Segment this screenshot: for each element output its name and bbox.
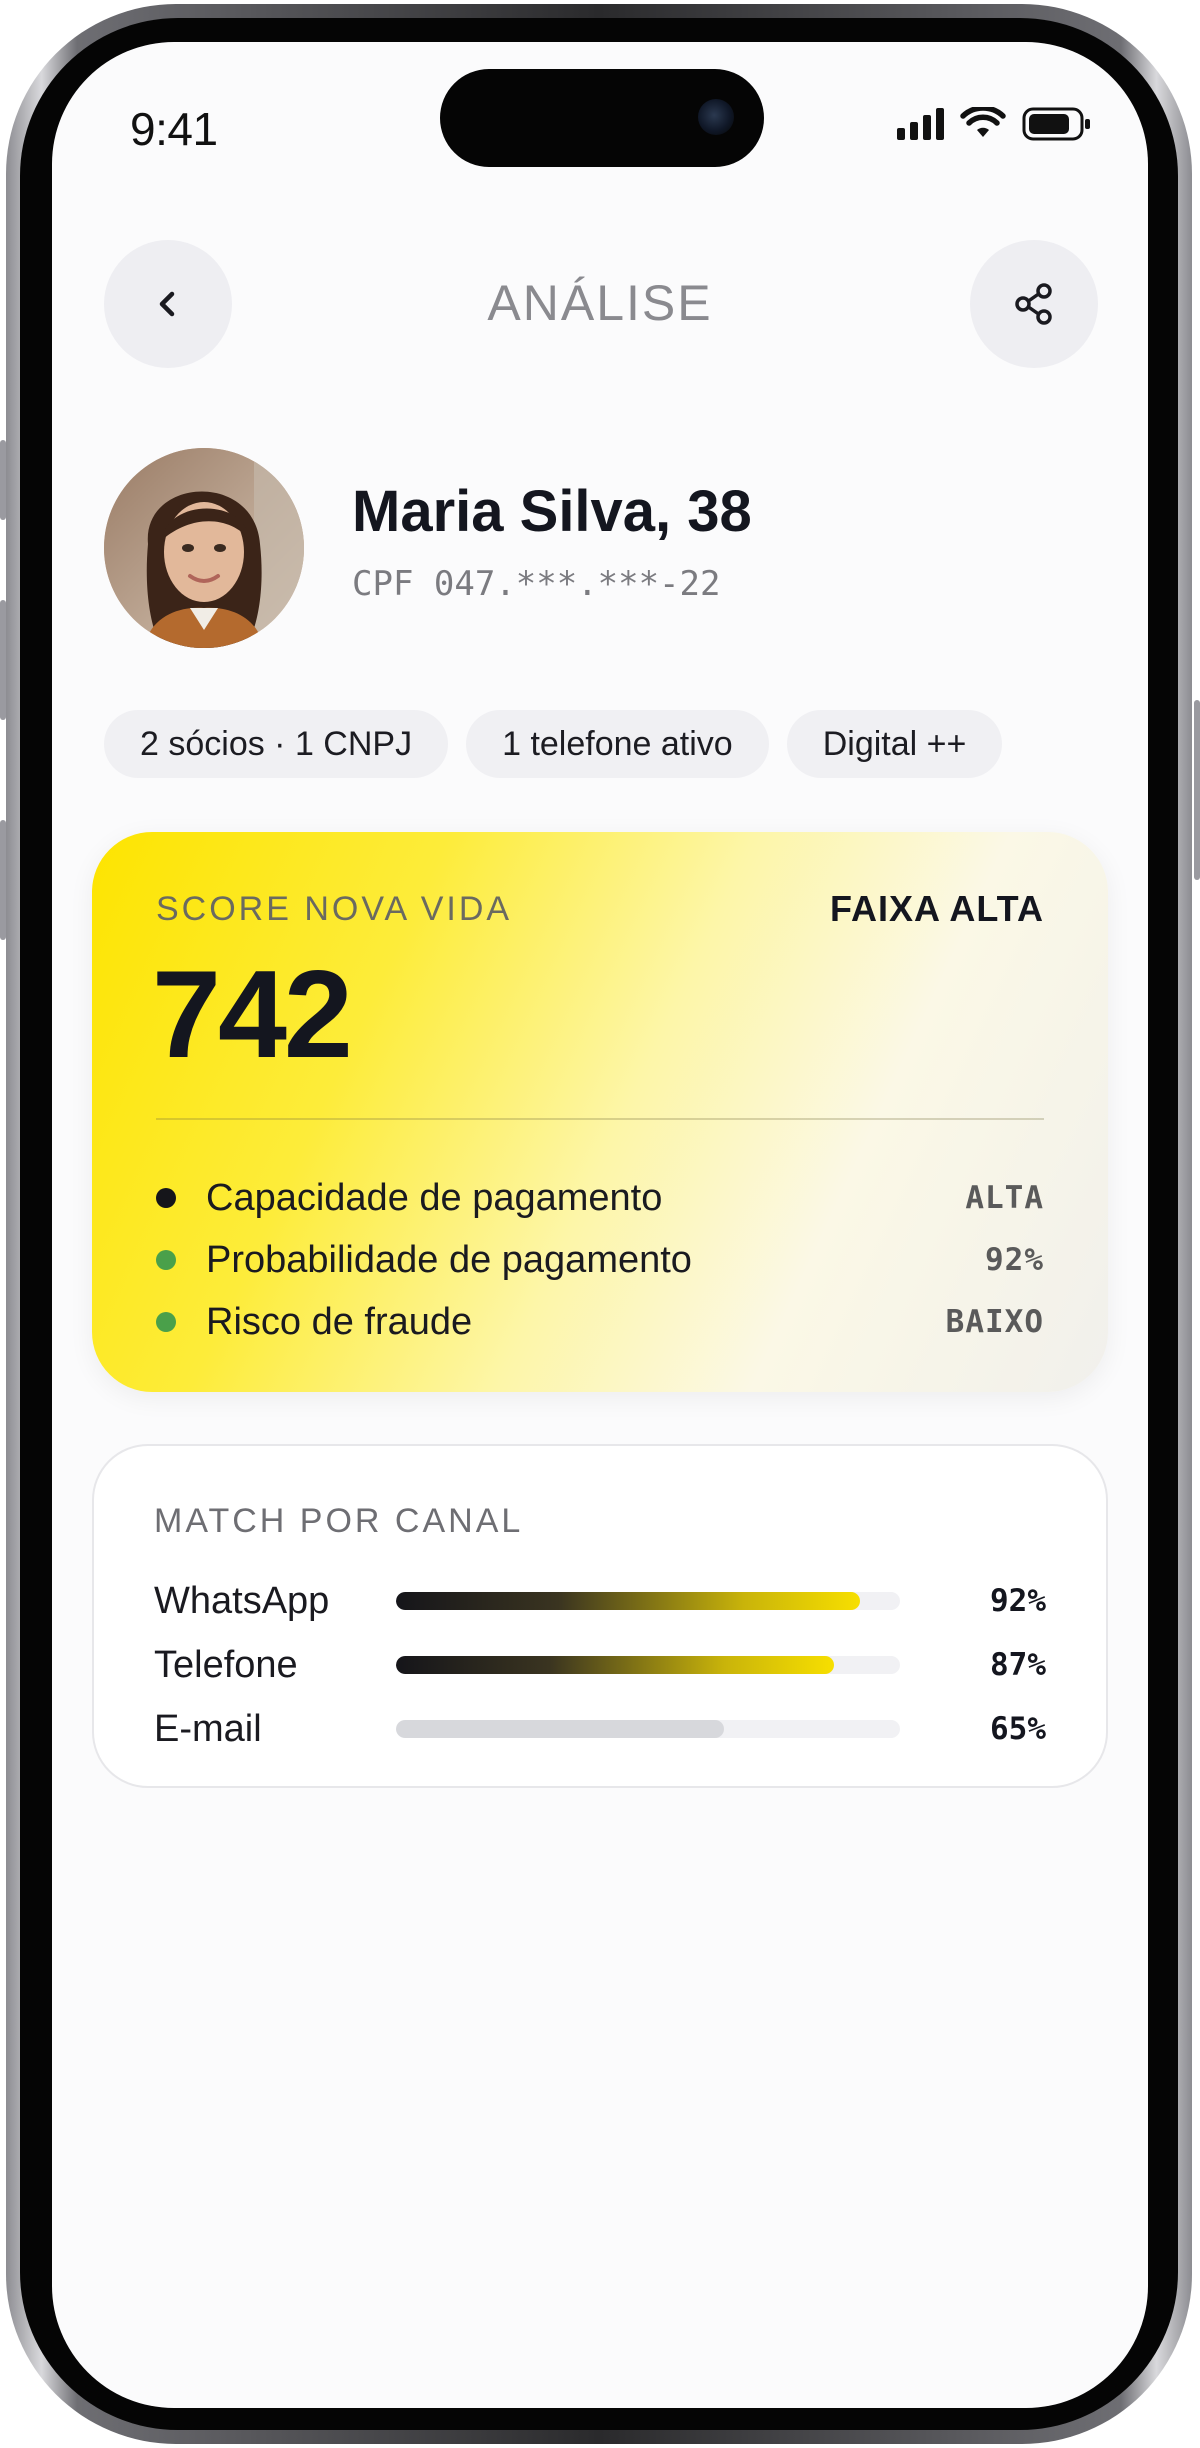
channel-name: WhatsApp — [154, 1579, 330, 1622]
channel-name: E-mail — [154, 1707, 262, 1750]
side-button — [0, 600, 6, 720]
status-time: 9:41 — [130, 103, 218, 155]
chip-partners[interactable]: 2 sócios · 1 CNPJ — [104, 710, 449, 778]
wifi-icon — [960, 107, 1006, 137]
tag-chips: 2 sócios · 1 CNPJ 1 telefone ativo Digit… — [104, 710, 1003, 778]
share-icon — [1015, 283, 1052, 325]
status-icons — [897, 106, 1092, 142]
metric-label: Risco de fraude — [206, 1300, 473, 1343]
channel-name: Telefone — [154, 1643, 298, 1686]
camera-icon — [698, 99, 734, 135]
side-button — [0, 820, 6, 940]
metric-label: Capacidade de pagamento — [206, 1176, 663, 1219]
app-screen: 9:41 ANÁLISE Maria Silva, 38 CPF 047.***… — [52, 42, 1148, 2408]
channel-percent: 65% — [990, 1711, 1046, 1747]
side-button — [0, 440, 6, 520]
profile-photo — [104, 448, 304, 648]
divider — [156, 1118, 1044, 1120]
progress-fill — [396, 1592, 860, 1610]
status-dot-icon — [156, 1188, 176, 1208]
metric-value: 92% — [985, 1242, 1044, 1278]
match-row: Telefone 87% — [154, 1640, 1046, 1690]
avatar — [104, 448, 304, 648]
progress-track — [396, 1656, 900, 1674]
dynamic-island — [440, 69, 764, 167]
chip-digital[interactable]: Digital ++ — [786, 710, 1003, 778]
metric-value: BAIXO — [945, 1304, 1044, 1340]
status-dot-icon — [156, 1312, 176, 1332]
match-row: WhatsApp 92% — [154, 1576, 1046, 1626]
metric-label: Probabilidade de pagamento — [206, 1238, 692, 1281]
share-button[interactable] — [970, 240, 1098, 368]
progress-track — [396, 1592, 900, 1610]
channel-percent: 92% — [990, 1583, 1046, 1619]
score-card: SCORE NOVA VIDA FAIXA ALTA 742 Capacidad… — [92, 832, 1108, 1392]
progress-track — [396, 1720, 900, 1738]
profile-document: CPF 047.***.***-22 — [352, 564, 721, 604]
profile-name: Maria Silva, 38 — [352, 479, 752, 544]
progress-fill — [396, 1720, 724, 1738]
match-title: MATCH POR CANAL — [154, 1502, 524, 1540]
match-card: MATCH POR CANAL WhatsApp 92% Telefone 87… — [92, 1444, 1108, 1788]
score-label: SCORE NOVA VIDA — [156, 890, 513, 928]
metric-value: ALTA — [965, 1180, 1044, 1216]
metric-row: Capacidade de pagamento ALTA — [156, 1170, 1044, 1226]
metric-row: Risco de fraude BAIXO — [156, 1294, 1044, 1350]
score-value: 742 — [152, 946, 353, 1084]
cellular-signal-icon — [897, 108, 944, 140]
battery-icon — [1022, 107, 1090, 141]
match-row: E-mail 65% — [154, 1704, 1046, 1754]
status-dot-icon — [156, 1250, 176, 1270]
side-button — [1194, 700, 1200, 880]
chip-phone[interactable]: 1 telefone ativo — [466, 710, 769, 778]
score-band: FAIXA ALTA — [830, 888, 1044, 929]
channel-percent: 87% — [990, 1647, 1046, 1683]
progress-fill — [396, 1656, 835, 1674]
metric-row: Probabilidade de pagamento 92% — [156, 1232, 1044, 1288]
